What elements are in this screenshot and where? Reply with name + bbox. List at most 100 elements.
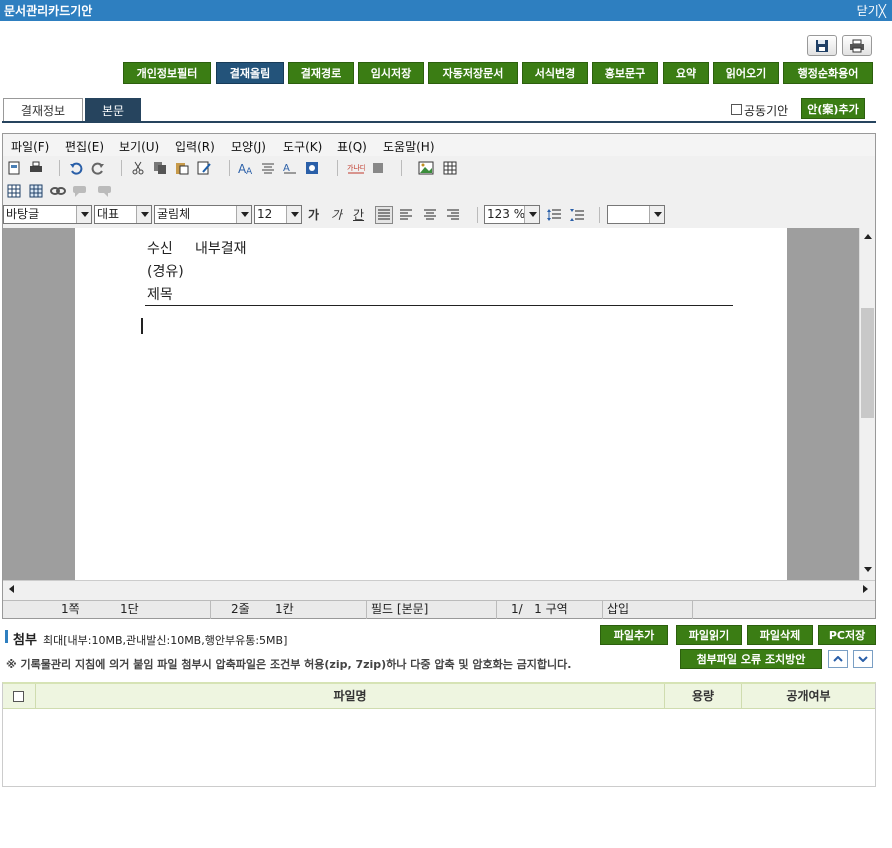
undo-icon[interactable] (67, 159, 85, 177)
autosave-docs-button[interactable]: 자동저장문서 (428, 62, 518, 84)
attachment-error-button[interactable]: 첨부파일 오류 조치방안 (680, 649, 822, 669)
attachment-notice: ※ 기록물관리 지침에 의거 붙임 파일 첨부시 압축파일은 조건부 허용(zi… (6, 658, 572, 671)
align-center-icon[interactable] (421, 206, 439, 224)
scroll-up-icon[interactable] (860, 228, 876, 244)
font-size-value: 12 (257, 207, 273, 221)
vertical-scrollbar[interactable] (859, 228, 875, 580)
comment-icon[interactable] (71, 182, 89, 200)
style-icon[interactable]: A (281, 159, 299, 177)
format-copy-icon[interactable] (195, 159, 213, 177)
toolbar-format: 바탕글 대표 굴림체 12 가 가 간 123 % (3, 204, 875, 226)
add-plan-button[interactable]: 안(案)추가 (801, 98, 865, 119)
joint-draft-checkbox[interactable] (731, 104, 742, 115)
close-label: 닫기 (856, 4, 879, 18)
lang-select[interactable]: 대표 (94, 205, 152, 224)
temp-save-button[interactable]: 임시저장 (358, 62, 424, 84)
extra-select[interactable] (607, 205, 665, 224)
menu-help[interactable]: 도움말(H) (383, 138, 435, 155)
read-file-button[interactable]: 파일읽기 (676, 625, 742, 645)
print-icon (850, 39, 864, 52)
align-right-icon[interactable] (444, 206, 462, 224)
close-button[interactable]: 닫기╳ (857, 2, 886, 19)
toolbar-table (3, 180, 875, 202)
change-form-button[interactable]: 서식변경 (522, 62, 588, 84)
preview-icon[interactable] (5, 159, 23, 177)
zoom-select[interactable]: 123 % (484, 205, 540, 224)
block-icon[interactable] (369, 159, 387, 177)
promo-phrase-button[interactable]: 홍보문구 (592, 62, 658, 84)
pc-save-button[interactable]: PC저장 (818, 625, 876, 645)
print-icon[interactable] (27, 159, 45, 177)
text-cursor (141, 318, 143, 334)
editor-menubar: 파일(F) 편집(E) 보기(U) 입력(R) 모양(J) 도구(K) 표(Q)… (3, 134, 875, 156)
menu-tools[interactable]: 도구(K) (283, 138, 322, 155)
chevron-down-icon (76, 206, 91, 223)
font-size-select[interactable]: 12 (254, 205, 302, 224)
font-select[interactable]: 굴림체 (154, 205, 252, 224)
bold-button[interactable]: 가 (308, 206, 319, 223)
chevron-down-icon (286, 206, 301, 223)
info-icon[interactable] (303, 159, 321, 177)
paste-icon[interactable] (173, 159, 191, 177)
redo-icon[interactable] (89, 159, 107, 177)
line-spacing-down-icon[interactable] (568, 206, 586, 224)
insert-image-icon[interactable] (417, 159, 435, 177)
submit-approval-button[interactable]: 결재올림 (216, 62, 284, 84)
table-grid-icon[interactable] (27, 182, 45, 200)
document-page[interactable]: 수신 내부결재 (경유) 제목 (75, 228, 787, 580)
load-button[interactable]: 읽어오기 (713, 62, 779, 84)
scroll-left-icon[interactable] (3, 581, 19, 597)
tab-body[interactable]: 본문 (85, 98, 141, 122)
window-titlebar: 문서관리카드기안 닫기╳ (0, 0, 892, 21)
tab-approval-info[interactable]: 결재정보 (3, 98, 83, 122)
italic-button[interactable]: 가 (331, 206, 342, 223)
menu-file[interactable]: 파일(F) (11, 138, 49, 155)
para-shape-icon[interactable] (259, 159, 277, 177)
char-shape-icon[interactable]: AA (237, 159, 255, 177)
select-all-checkbox[interactable] (13, 691, 24, 702)
copy-icon[interactable] (151, 159, 169, 177)
style-select[interactable]: 바탕글 (3, 205, 92, 224)
chevron-down-icon (524, 206, 539, 223)
insert-table-icon[interactable] (441, 159, 459, 177)
add-file-button[interactable]: 파일추가 (600, 625, 668, 645)
menu-edit[interactable]: 편집(E) (65, 138, 104, 155)
approval-route-button[interactable]: 결재경로 (288, 62, 354, 84)
horizontal-scrollbar[interactable] (3, 580, 875, 598)
link-icon[interactable] (49, 182, 67, 200)
line-spacing-up-icon[interactable] (545, 206, 563, 224)
save-icon (816, 39, 828, 52)
cut-icon[interactable] (129, 159, 147, 177)
chevron-down-icon (649, 206, 664, 223)
comment-next-icon[interactable] (95, 182, 113, 200)
file-table: 파일명 용량 공개여부 (2, 682, 876, 787)
status-field-cell: 필드 [본문] (369, 601, 497, 619)
move-up-button[interactable] (828, 650, 848, 668)
menu-format[interactable]: 모양(J) (231, 138, 266, 155)
scroll-thumb[interactable] (861, 308, 874, 418)
admin-terms-button[interactable]: 행정순화용어 (783, 62, 873, 84)
move-down-button[interactable] (853, 650, 873, 668)
menu-insert[interactable]: 입력(R) (175, 138, 215, 155)
save-button[interactable] (807, 35, 837, 56)
menu-view[interactable]: 보기(U) (119, 138, 159, 155)
status-page: 1쪽 (61, 602, 80, 616)
scroll-down-icon[interactable] (860, 562, 876, 578)
privacy-filter-button[interactable]: 개인정보필터 (123, 62, 211, 84)
align-left-icon[interactable] (397, 206, 415, 224)
delete-file-button[interactable]: 파일삭제 (747, 625, 813, 645)
chevron-down-icon (858, 656, 868, 662)
svg-text:A: A (246, 167, 253, 175)
lang-value: 대표 (97, 207, 120, 221)
align-justify-icon[interactable] (375, 206, 393, 224)
subject-label: 제목 (147, 287, 173, 303)
summary-button[interactable]: 요약 (663, 62, 709, 84)
print-button[interactable] (842, 35, 872, 56)
underline-button[interactable]: 간 (353, 206, 364, 223)
status-line: 2줄 (231, 602, 250, 616)
table-cell-icon[interactable] (5, 182, 23, 200)
spellcheck-icon[interactable]: 가나다 (347, 159, 365, 177)
scroll-right-icon[interactable] (858, 581, 874, 597)
joint-draft-label: 공동기안 (744, 104, 789, 118)
menu-table[interactable]: 표(Q) (337, 138, 367, 155)
